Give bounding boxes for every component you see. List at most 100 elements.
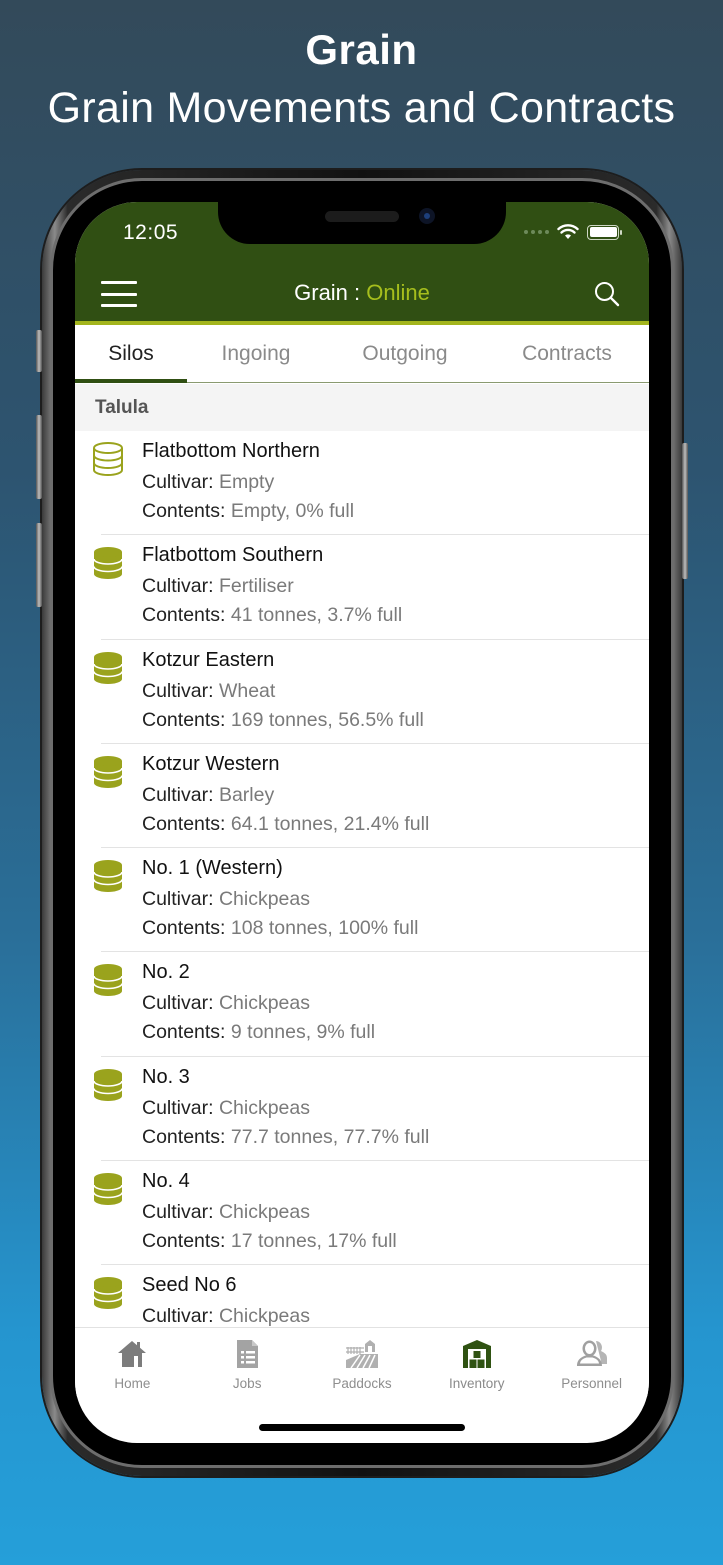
silo-cultivar: Cultivar: Chickpeas bbox=[142, 1305, 310, 1327]
contents-value: 169 tonnes, 56.5% full bbox=[230, 708, 424, 731]
silo-empty-icon bbox=[93, 442, 123, 476]
silent-switch bbox=[36, 330, 42, 372]
cultivar-value: Chickpeas bbox=[218, 888, 310, 911]
cultivar-label: Cultivar: bbox=[142, 992, 219, 1015]
nav-inventory[interactable]: Inventory bbox=[419, 1328, 534, 1397]
silo-name: No. 2 bbox=[142, 961, 190, 984]
promo-subtitle: Grain Movements and Contracts bbox=[47, 84, 676, 132]
status-icons bbox=[524, 224, 622, 240]
contents-value: 17 tonnes, 17% full bbox=[230, 1230, 397, 1253]
contents-label: Contents: bbox=[142, 708, 231, 731]
silo-contents: Contents: 41 tonnes, 3.7% full bbox=[142, 604, 402, 626]
silo-cultivar: Cultivar: Empty bbox=[142, 471, 354, 493]
home-icon bbox=[118, 1341, 147, 1367]
contents-value: 64.1 tonnes, 21.4% full bbox=[230, 812, 430, 835]
silo-name: No. 1 (Western) bbox=[142, 857, 283, 880]
silo-list-item[interactable]: No. 2 Cultivar: Chickpeas Contents: 9 to… bbox=[75, 952, 649, 1058]
search-icon[interactable] bbox=[593, 280, 621, 308]
silo-contents: Contents: 64.1 tonnes, 21.4% full bbox=[142, 813, 429, 835]
home-indicator[interactable] bbox=[259, 1424, 465, 1431]
silo-list-item[interactable]: Flatbottom Southern Cultivar: Fertiliser… bbox=[75, 535, 649, 640]
battery-icon bbox=[587, 224, 622, 240]
connection-status: Online bbox=[366, 280, 430, 305]
silo-contents: Contents: 17 tonnes, 17% full bbox=[142, 1230, 397, 1252]
nav-paddocks[interactable]: Paddocks bbox=[305, 1328, 420, 1397]
cultivar-value: Chickpeas bbox=[218, 1305, 310, 1327]
power-button bbox=[682, 443, 688, 579]
tab-outgoing[interactable]: Outgoing bbox=[325, 325, 485, 382]
silo-item-text: Flatbottom Southern Cultivar: Fertiliser… bbox=[142, 544, 402, 633]
silo-contents: Contents: 108 tonnes, 100% full bbox=[142, 917, 418, 939]
silo-name: Flatbottom Northern bbox=[142, 440, 320, 462]
tab-contracts[interactable]: Contracts bbox=[485, 325, 649, 382]
cultivar-label: Cultivar: bbox=[142, 1096, 219, 1119]
silo-item-text: No. 1 (Western) Cultivar: Chickpeas Cont… bbox=[142, 857, 418, 946]
silo-filled-icon bbox=[93, 547, 123, 580]
silo-item-text: Kotzur Western Cultivar: Barley Contents… bbox=[142, 753, 429, 842]
silo-item-text: Flatbottom Northern Cultivar: Empty Cont… bbox=[142, 440, 354, 529]
cultivar-label: Cultivar: bbox=[142, 471, 219, 493]
silo-item-text: No. 3 Cultivar: Chickpeas Contents: 77.7… bbox=[142, 1066, 429, 1155]
silo-name: Kotzur Western bbox=[142, 752, 280, 775]
cultivar-label: Cultivar: bbox=[142, 679, 219, 702]
document-list-icon bbox=[237, 1340, 259, 1368]
silo-filled-icon bbox=[93, 651, 123, 684]
silo-list-item[interactable]: No. 1 (Western) Cultivar: Chickpeas Cont… bbox=[75, 848, 649, 953]
silo-cultivar: Cultivar: Chickpeas bbox=[142, 1097, 429, 1119]
silo-filled-icon bbox=[93, 1277, 123, 1310]
silo-contents: Contents: Empty, 0% full bbox=[142, 500, 354, 522]
silo-list-item[interactable]: Seed No 6 Cultivar: Chickpeas bbox=[75, 1265, 649, 1327]
silo-list-item[interactable]: No. 4 Cultivar: Chickpeas Contents: 17 t… bbox=[75, 1161, 649, 1266]
status-time: 12:05 bbox=[123, 221, 179, 244]
volume-down-button bbox=[36, 523, 42, 607]
cultivar-label: Cultivar: bbox=[142, 783, 219, 806]
tab-ingoing[interactable]: Ingoing bbox=[187, 325, 325, 382]
silo-filled-icon bbox=[93, 1068, 123, 1101]
silo-cultivar: Cultivar: Chickpeas bbox=[142, 1201, 397, 1223]
silo-name: Flatbottom Southern bbox=[142, 544, 324, 567]
silo-list-item[interactable]: No. 3 Cultivar: Chickpeas Contents: 77.7… bbox=[75, 1057, 649, 1162]
contents-value: Empty, 0% full bbox=[230, 500, 355, 522]
silo-list-item[interactable]: Kotzur Eastern Cultivar: Wheat Contents:… bbox=[75, 640, 649, 745]
shed-inventory-icon bbox=[462, 1340, 491, 1368]
cultivar-value: Chickpeas bbox=[218, 1096, 310, 1119]
silo-list-item[interactable]: Flatbottom Northern Cultivar: Empty Cont… bbox=[75, 431, 649, 536]
contents-label: Contents: bbox=[142, 1021, 231, 1044]
contents-value: 108 tonnes, 100% full bbox=[230, 917, 419, 940]
silo-filled-icon bbox=[93, 755, 123, 788]
silo-cultivar: Cultivar: Barley bbox=[142, 784, 429, 806]
cultivar-label: Cultivar: bbox=[142, 888, 219, 911]
silo-list-item[interactable]: Kotzur Western Cultivar: Barley Contents… bbox=[75, 744, 649, 849]
nav-jobs[interactable]: Jobs bbox=[190, 1328, 305, 1397]
cultivar-value: Barley bbox=[218, 783, 275, 806]
nav-jobs-label: Jobs bbox=[232, 1376, 262, 1391]
nav-title: Grain : Online bbox=[75, 280, 649, 306]
nav-personnel[interactable]: Personnel bbox=[534, 1328, 649, 1397]
silo-item-text: No. 4 Cultivar: Chickpeas Contents: 17 t… bbox=[142, 1170, 397, 1259]
silo-cultivar: Cultivar: Fertiliser bbox=[142, 575, 402, 597]
nav-personnel-label: Personnel bbox=[561, 1376, 622, 1391]
nav-paddocks-label: Paddocks bbox=[332, 1376, 392, 1391]
contents-label: Contents: bbox=[142, 500, 231, 522]
silo-name: No. 4 bbox=[142, 1170, 190, 1193]
nav-home[interactable]: Home bbox=[75, 1328, 190, 1397]
contents-label: Contents: bbox=[142, 1230, 231, 1253]
cultivar-label: Cultivar: bbox=[142, 1201, 219, 1224]
nav-inventory-label: Inventory bbox=[449, 1376, 505, 1391]
contents-label: Contents: bbox=[142, 812, 231, 835]
phone-screen: 12:05 Grain : Online Silos Ingoing Outgo… bbox=[75, 202, 649, 1443]
tab-silos[interactable]: Silos bbox=[75, 325, 187, 383]
contents-label: Contents: bbox=[142, 604, 231, 627]
notch bbox=[218, 202, 506, 244]
contents-value: 77.7 tonnes, 77.7% full bbox=[230, 1125, 430, 1148]
silo-filled-icon bbox=[93, 964, 123, 997]
silo-filled-icon bbox=[93, 860, 123, 893]
cultivar-value: Chickpeas bbox=[218, 1201, 310, 1224]
signal-dots-icon bbox=[524, 230, 549, 234]
front-camera bbox=[419, 208, 435, 224]
people-icon bbox=[576, 1340, 607, 1366]
silo-cultivar: Cultivar: Chickpeas bbox=[142, 992, 375, 1014]
section-header: Talula bbox=[75, 384, 649, 431]
contents-value: 9 tonnes, 9% full bbox=[230, 1021, 376, 1044]
promo-title: Grain bbox=[305, 26, 418, 73]
